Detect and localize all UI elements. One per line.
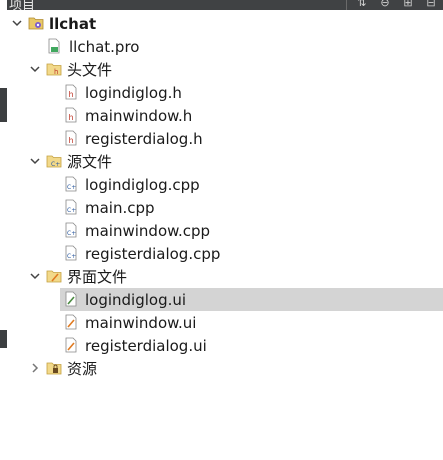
cpp-file-icon: C+ — [63, 222, 79, 238]
tree-item-label: llchat — [49, 15, 97, 33]
ui-file-icon — [63, 337, 79, 353]
left-edge-marker — [0, 330, 7, 348]
tree-item-file[interactable]: C+ registerdialog.cpp — [7, 242, 436, 265]
tree-item-label: 界面文件 — [67, 268, 128, 286]
tree-item-label: logindiglog.ui — [85, 291, 187, 309]
tree-item-label: logindiglog.cpp — [85, 176, 200, 194]
pro-file-icon — [46, 38, 62, 54]
h-file-icon: h — [63, 107, 79, 123]
tree-item-file[interactable]: h registerdialog.h — [7, 127, 436, 150]
tree-item-file[interactable]: mainwindow.ui — [7, 311, 436, 334]
svg-text:C+: C+ — [67, 184, 76, 191]
project-panel-header: 项目 ⇅ ⊖ ⊞ ⊟ — [7, 0, 443, 10]
tree-item-label: 资源 — [67, 360, 98, 378]
svg-text:C+: C+ — [67, 230, 76, 237]
tree-item-file[interactable]: C+ mainwindow.cpp — [7, 219, 436, 242]
tree-item-label: mainwindow.cpp — [85, 222, 211, 240]
tree-item-label: logindiglog.h — [85, 84, 182, 102]
cpp-file-icon: C+ — [63, 245, 79, 261]
left-edge-strip — [0, 0, 7, 460]
tree-item-file[interactable]: registerdialog.ui — [7, 334, 436, 357]
tree-item-label: 源文件 — [67, 153, 113, 171]
chevron-down-icon[interactable] — [29, 155, 41, 167]
tree-item-forms[interactable]: 界面文件 — [7, 265, 436, 288]
cpp-file-icon: C+ — [63, 176, 79, 192]
tree-item-label: registerdialog.cpp — [85, 245, 221, 263]
tree-item-root[interactable]: llchat — [7, 12, 436, 35]
tree-item-file[interactable]: h mainwindow.h — [7, 104, 436, 127]
tree-item-file[interactable]: C+ logindiglog.cpp — [7, 173, 436, 196]
tree-item-file-selected[interactable]: logindiglog.ui — [60, 288, 443, 311]
source-folder-icon: C+ — [46, 153, 62, 169]
svg-text:h: h — [54, 68, 58, 76]
tree-item-file[interactable]: h logindiglog.h — [7, 81, 436, 104]
project-folder-icon — [28, 15, 44, 31]
chevron-down-icon[interactable] — [29, 270, 41, 282]
tree-item-label: llchat.pro — [69, 38, 140, 56]
tree-item-pro-file[interactable]: llchat.pro — [7, 35, 436, 58]
tree-item-resources[interactable]: 资源 — [7, 357, 436, 380]
h-file-icon: h — [63, 130, 79, 146]
tree-item-label: registerdialog.ui — [85, 337, 207, 355]
chevron-down-icon[interactable] — [29, 63, 41, 75]
tree-item-label: registerdialog.h — [85, 130, 203, 148]
panel-title: 项目 — [9, 0, 36, 10]
svg-text:C+: C+ — [51, 161, 60, 168]
header-folder-icon: h — [46, 61, 62, 77]
sort-icon[interactable]: ⇅ — [354, 0, 370, 10]
svg-text:h: h — [69, 113, 74, 122]
tree-item-file[interactable]: C+ main.cpp — [7, 196, 436, 219]
toolbar-separator — [346, 0, 347, 10]
split-icon[interactable]: ⊞ — [400, 0, 416, 10]
svg-text:h: h — [69, 136, 74, 145]
tree-item-headers[interactable]: h 头文件 — [7, 58, 436, 81]
h-file-icon: h — [63, 84, 79, 100]
ui-file-icon — [63, 314, 79, 330]
tree-item-label: main.cpp — [85, 199, 155, 217]
tree-item-label: mainwindow.ui — [85, 314, 197, 332]
tree-item-sources[interactable]: C+ 源文件 — [7, 150, 436, 173]
svg-text:h: h — [69, 90, 74, 99]
close-icon[interactable]: ⊟ — [423, 0, 439, 10]
cpp-file-icon: C+ — [63, 199, 79, 215]
chevron-right-icon[interactable] — [29, 362, 41, 374]
tree-item-label: mainwindow.h — [85, 107, 193, 125]
link-icon[interactable]: ⊖ — [377, 0, 393, 10]
resource-folder-icon — [46, 360, 62, 376]
tree-item-label: 头文件 — [67, 61, 113, 79]
chevron-down-icon[interactable] — [11, 17, 23, 29]
left-edge-panel — [0, 88, 7, 122]
svg-text:C+: C+ — [67, 253, 76, 260]
svg-text:C+: C+ — [67, 207, 76, 214]
ui-file-icon — [63, 291, 79, 307]
form-folder-icon — [46, 268, 62, 284]
